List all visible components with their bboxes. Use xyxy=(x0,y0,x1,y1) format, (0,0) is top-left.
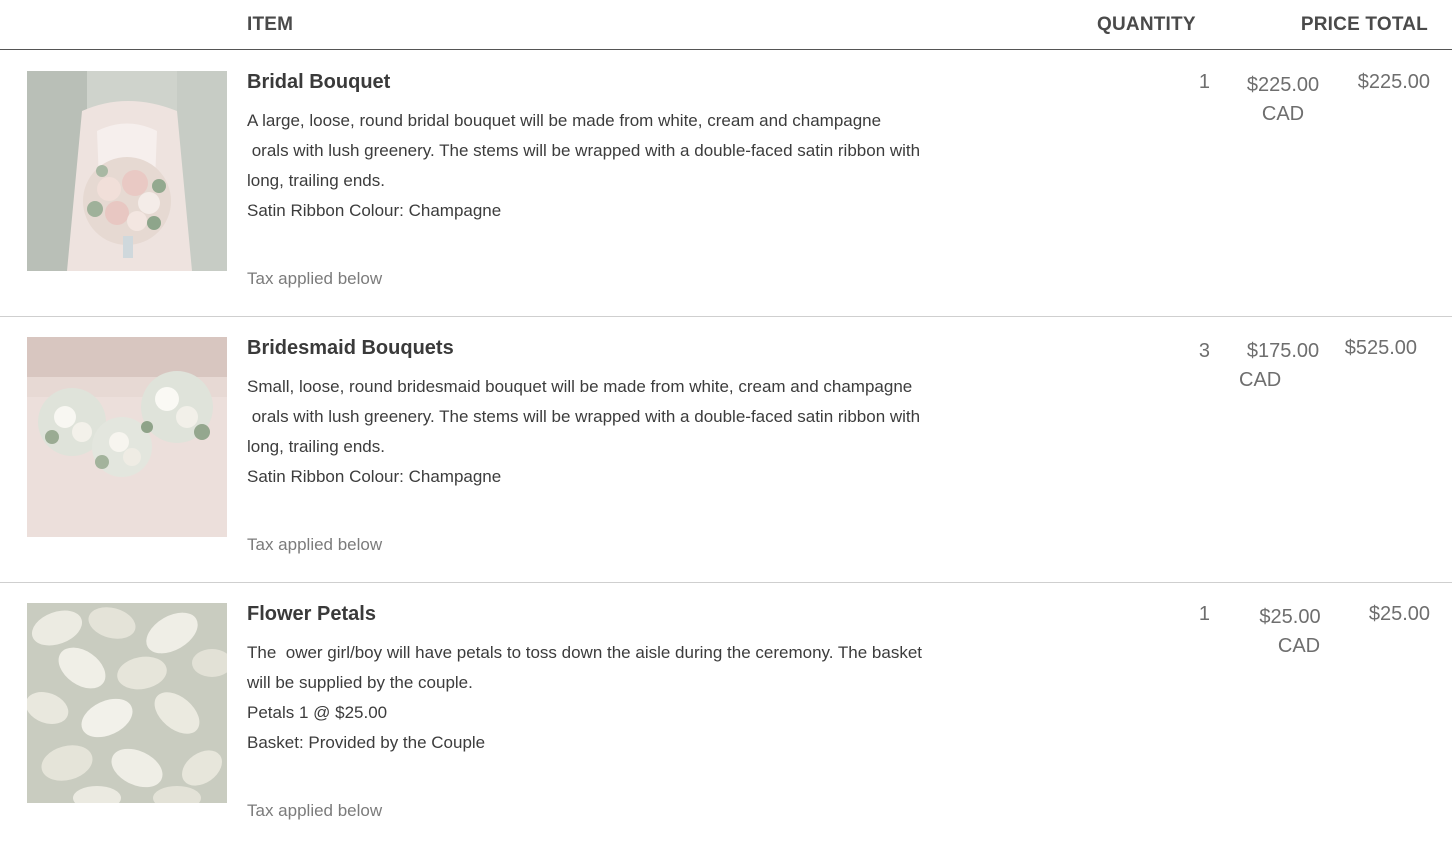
item-title: Bridal Bouquet xyxy=(247,71,391,93)
flower-petals-image xyxy=(27,603,227,803)
tax-note: Tax applied below xyxy=(247,535,383,554)
item-price: $175.00 CAD xyxy=(1233,337,1333,395)
line-item-bridesmaid-bouquets: Bridesmaid Bouquets Small, loose, round … xyxy=(0,316,1452,583)
header-price-total: PRICE TOTAL xyxy=(1300,14,1428,35)
item-price: $25.00 CAD xyxy=(1245,603,1335,661)
tax-note: Tax applied below xyxy=(247,269,383,288)
line-item-bridal-bouquet: Bridal Bouquet A large, loose, round bri… xyxy=(0,50,1452,317)
description-line: long, trailing ends. xyxy=(247,171,385,190)
bridal-bouquet-image xyxy=(27,71,227,271)
description-line: Small, loose, round bridesmaid bouquet w… xyxy=(247,377,913,396)
price-currency: CAD xyxy=(1239,369,1282,391)
table-header: ITEM QUANTITY PRICE TOTAL xyxy=(0,0,1452,50)
header-item: ITEM xyxy=(247,14,294,35)
price-amount: $175.00 xyxy=(1246,340,1320,362)
item-quantity: 1 xyxy=(1198,603,1210,625)
item-title: Flower Petals xyxy=(247,603,376,625)
description-line: Basket: Provided by the Couple xyxy=(247,733,486,752)
description-line: long, trailing ends. xyxy=(247,437,385,456)
item-description: Small, loose, round bridesmaid bouquet w… xyxy=(247,372,1107,492)
description-line: will be supplied by the couple. xyxy=(247,673,473,692)
item-quantity: 1 xyxy=(1198,71,1210,93)
description-line: Satin Ribbon Colour: Champagne xyxy=(247,201,502,220)
description-line: Satin Ribbon Colour: Champagne xyxy=(247,467,502,486)
item-price: $225.00 CAD xyxy=(1233,71,1333,129)
line-item-flower-petals: Flower Petals The ower girl/boy will hav… xyxy=(0,582,1452,848)
tax-note: Tax applied below xyxy=(247,801,383,820)
description-line: Petals 1 @ $25.00 xyxy=(247,703,388,722)
item-total: $225.00 xyxy=(1357,71,1430,93)
item-total: $525.00 xyxy=(1344,337,1417,359)
price-amount: $225.00 xyxy=(1246,74,1320,96)
price-amount: $25.00 xyxy=(1259,606,1321,628)
item-quantity: 3 xyxy=(1198,340,1210,362)
item-description: A large, loose, round bridal bouquet wil… xyxy=(247,106,1107,226)
description-line: orals with lush greenery. The stems will… xyxy=(247,141,921,160)
description-line: The ower girl/boy will have petals to to… xyxy=(247,643,923,662)
header-quantity: QUANTITY xyxy=(1097,14,1196,35)
item-description: The ower girl/boy will have petals to to… xyxy=(247,638,1107,758)
description-line: orals with lush greenery. The stems will… xyxy=(247,407,921,426)
bridesmaid-bouquets-image xyxy=(27,337,227,537)
item-total: $25.00 xyxy=(1368,603,1430,625)
description-line: A large, loose, round bridal bouquet wil… xyxy=(247,111,882,130)
price-currency: CAD xyxy=(1261,103,1305,125)
price-currency: CAD xyxy=(1277,635,1321,657)
item-title: Bridesmaid Bouquets xyxy=(247,337,454,359)
